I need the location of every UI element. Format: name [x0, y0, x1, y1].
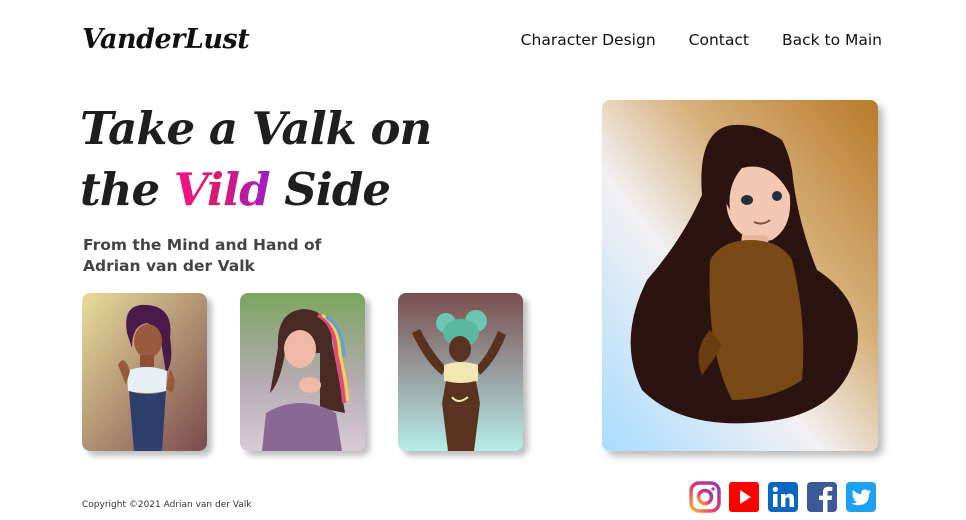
copyright-text: Copyright ©2021 Adrian van der Valk — [82, 500, 252, 510]
nav-character-design[interactable]: Character Design — [521, 31, 656, 49]
site-logo[interactable]: VanderLust — [82, 24, 250, 55]
main-nav: Character Design Contact Back to Main — [521, 31, 882, 49]
character-illustration-brown-hair — [602, 100, 878, 451]
headline-line-1: Take a Valk on — [80, 102, 432, 155]
featured-artwork[interactable] — [602, 100, 878, 451]
youtube-link[interactable] — [728, 481, 760, 513]
hero-headline: Take a Valk on the Vild Side — [80, 98, 432, 220]
character-illustration-purple-hair — [82, 293, 207, 451]
subtitle-line-1: From the Mind and Hand of — [83, 236, 322, 254]
gallery-thumbnail-1[interactable] — [82, 293, 207, 451]
facebook-icon — [807, 482, 837, 512]
gallery-thumbnail-2[interactable] — [240, 293, 365, 451]
instagram-link[interactable] — [689, 481, 721, 513]
linkedin-link[interactable] — [767, 481, 799, 513]
instagram-icon — [689, 481, 721, 513]
headline-accent-word: Vild — [173, 163, 271, 216]
linkedin-icon — [768, 482, 798, 512]
subtitle-line-2: Adrian van der Valk — [83, 257, 255, 275]
social-links — [689, 481, 877, 513]
hero-subtitle: From the Mind and Hand of Adrian van der… — [83, 235, 321, 277]
character-illustration-rainbow-hair — [240, 293, 365, 451]
facebook-link[interactable] — [806, 481, 838, 513]
twitter-icon — [846, 482, 876, 512]
nav-back-to-main[interactable]: Back to Main — [782, 31, 882, 49]
youtube-icon — [729, 482, 759, 512]
headline-line-2-end: Side — [269, 163, 391, 216]
twitter-link[interactable] — [845, 481, 877, 513]
headline-line-2-start: the — [80, 163, 174, 216]
nav-contact[interactable]: Contact — [689, 31, 749, 49]
gallery-thumbnail-3[interactable] — [398, 293, 523, 451]
character-illustration-teal-hair — [398, 293, 523, 451]
